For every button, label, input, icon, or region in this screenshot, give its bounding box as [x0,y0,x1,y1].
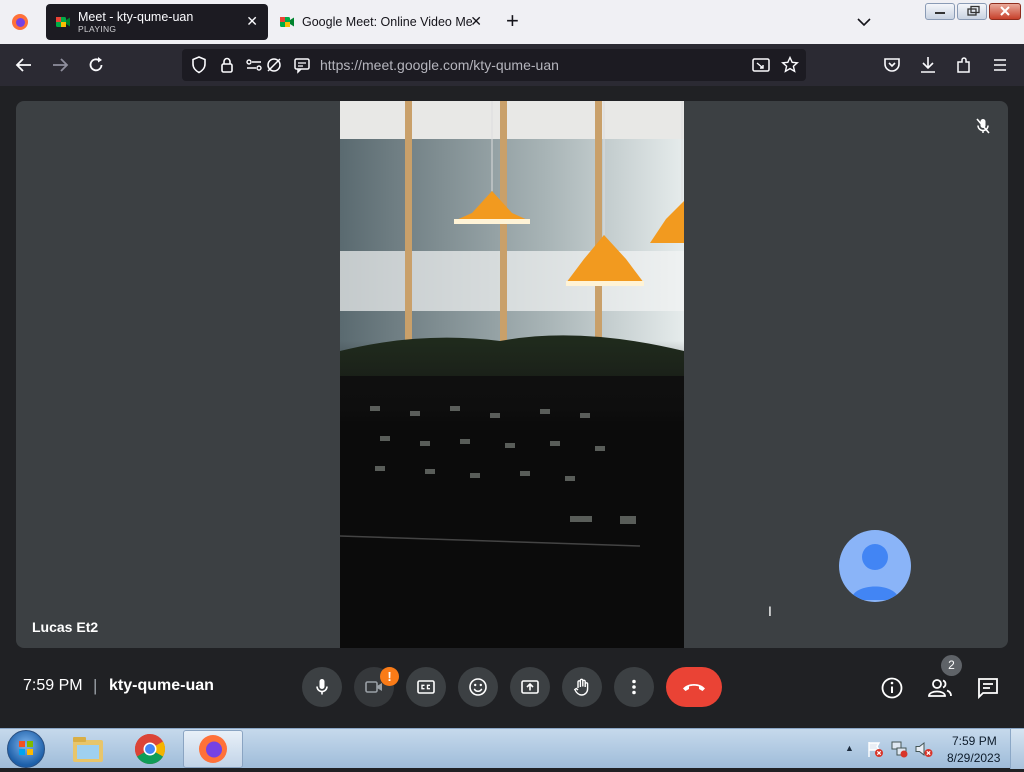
restore-window-button[interactable] [957,3,987,20]
url-text[interactable]: https://meet.google.com/kty-qume-uan [320,57,559,73]
chat-icon[interactable] [976,676,1000,700]
avatar [839,530,911,602]
volume-muted-icon[interactable] [914,740,934,758]
people-icon[interactable] [927,676,953,700]
browser-tab-strip: Meet - kty-qume-uan PLAYING ✕ Google Mee… [0,0,1024,44]
taskbar-clock-date[interactable]: 8/29/2023 [947,751,1000,765]
forward-arrow-icon[interactable] [50,55,70,75]
close-tab-icon[interactable]: ✕ [470,14,482,28]
meeting-code: kty-qume-uan [109,677,214,694]
tab-google-meet[interactable]: Google Meet: Online Video Mee ✕ [270,4,488,40]
end-call-icon [683,684,705,691]
microphone-icon [316,679,328,695]
camera-blocked-icon[interactable] [264,55,284,75]
tab-title: Google Meet: Online Video Mee [302,15,472,29]
firefox-taskbar-button[interactable] [183,730,243,768]
downloads-icon[interactable] [918,55,938,75]
reactions-button[interactable] [458,667,498,707]
close-tab-icon[interactable]: ✕ [246,14,258,28]
closed-captions-icon [417,680,435,694]
minimize-window-button[interactable] [925,3,955,20]
more-vert-icon [632,679,636,695]
list-all-tabs-icon[interactable] [856,14,872,30]
show-hidden-icons-arrow[interactable]: ▲ [845,743,854,753]
mic-muted-icon [974,117,992,135]
new-tab-button[interactable]: + [506,9,519,33]
show-desktop-button[interactable] [1010,729,1024,769]
more-options-button[interactable] [614,667,654,707]
participant-video [340,101,684,648]
meet-call-area: Lucas Et2 I 7:59 PM | kty-qume-uan ! 2 [0,86,1024,728]
firefox-icon [199,735,227,763]
action-center-flag-icon[interactable] [866,740,884,758]
site-permissions-icon[interactable] [244,55,264,75]
windows-taskbar: ▲ 7:59 PM 8/29/2023 [0,728,1024,769]
reload-icon[interactable] [86,55,106,75]
emoji-icon [469,678,487,696]
participants-count-badge: 2 [941,655,962,676]
back-arrow-icon[interactable] [14,55,34,75]
taskbar-clock-time[interactable]: 7:59 PM [952,734,997,748]
extensions-icon[interactable] [954,55,974,75]
hand-icon [573,678,589,696]
firefox-menu-icon[interactable] [11,13,29,31]
raise-hand-button[interactable] [562,667,602,707]
present-screen-button[interactable] [510,667,550,707]
tracking-protection-shield-icon[interactable] [189,55,209,75]
main-participant-tile[interactable]: Lucas Et2 I [16,101,1008,648]
participant-name: Lucas Et2 [32,619,99,635]
lock-icon[interactable] [217,55,237,75]
close-window-button[interactable] [989,3,1021,20]
page-info-icon[interactable] [292,55,312,75]
address-bar[interactable]: https://meet.google.com/kty-qume-uan [182,49,806,81]
network-icon[interactable] [890,740,908,758]
chrome-taskbar-icon[interactable] [133,732,167,766]
leave-call-button[interactable] [666,667,722,707]
meeting-details-icon[interactable] [880,676,904,700]
bookmark-star-icon[interactable] [780,55,800,75]
camera-alert-badge: ! [380,667,399,686]
tab-playing-status: PLAYING [78,24,117,34]
app-menu-icon[interactable] [990,55,1010,75]
file-explorer-taskbar-icon[interactable] [70,733,106,765]
microphone-button[interactable] [302,667,342,707]
meeting-info-separator: | [93,676,98,695]
picture-in-picture-icon[interactable] [751,55,771,75]
meeting-time: 7:59 PM [23,677,83,694]
present-to-all-icon [521,680,539,694]
pocket-icon[interactable] [882,55,902,75]
browser-navigation-bar: https://meet.google.com/kty-qume-uan [0,44,1024,86]
self-tile-label: I [768,603,772,619]
captions-button[interactable] [406,667,446,707]
tab-title: Meet - kty-qume-uan [78,10,194,24]
google-meet-icon [56,15,70,29]
windows-start-button[interactable] [7,730,45,768]
tab-meet-active[interactable]: Meet - kty-qume-uan PLAYING ✕ [46,4,268,40]
self-view-tile[interactable]: I [757,500,992,632]
google-meet-icon [280,15,294,29]
